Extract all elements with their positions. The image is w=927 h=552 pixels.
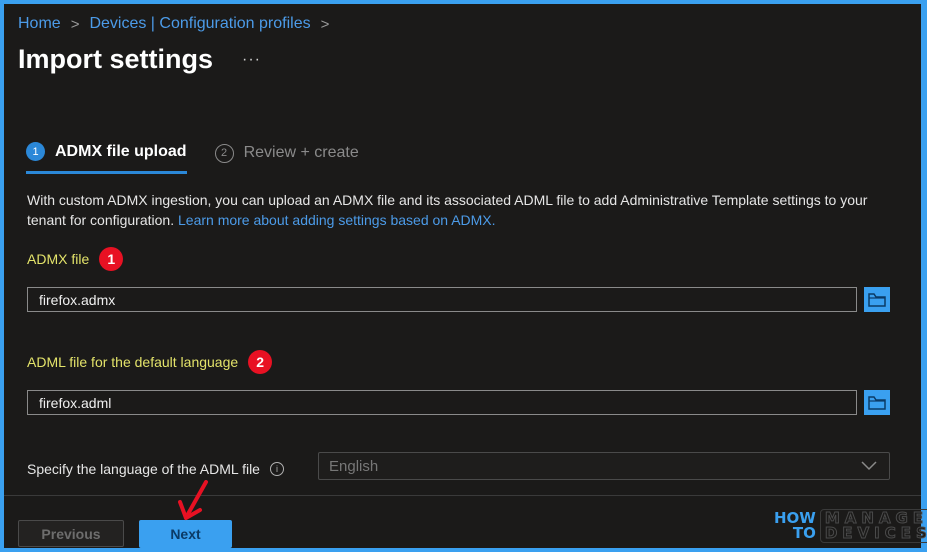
watermark-box-line2: DEVICES [824,524,927,542]
adml-browse-button[interactable] [864,390,890,415]
watermark-line2: TO [792,524,816,542]
admx-label-text: ADMX file [27,251,90,267]
breadcrumb: Home > Devices | Configuration profiles … [18,15,333,33]
tab-label: Review + create [243,144,359,161]
breadcrumb-configuration-profiles[interactable]: Devices | Configuration profiles [89,15,310,33]
tab-admx-file-upload[interactable]: 1 ADMX file upload [26,142,187,174]
step-number-badge: 1 [26,142,45,161]
adml-label-text: ADML file for the default language [27,354,239,370]
footer-divider [4,495,921,496]
import-settings-panel: Home > Devices | Configuration profiles … [4,4,927,548]
adml-file-value: firefox.adml [39,394,112,411]
admx-file-value: firefox.admx [39,291,116,308]
annotation-badge-2: 2 [248,350,273,374]
previous-button[interactable]: Previous [18,520,124,547]
info-icon[interactable]: i [269,462,284,476]
tab-review-create[interactable]: 2 Review + create [214,143,359,173]
red-arrow-annotation-icon [178,480,208,520]
step-number-badge: 2 [214,143,234,163]
admx-file-input[interactable]: firefox.admx [27,287,857,312]
chevron-right-icon: > [70,15,80,33]
more-options-icon[interactable]: ··· [242,51,261,69]
watermark-how-to: HOW TO [774,511,816,541]
language-label-text: Specify the language of the ADML file [27,461,260,477]
learn-more-link[interactable]: Learn more about adding settings based o… [178,212,496,228]
breadcrumb-home[interactable]: Home [18,15,61,33]
chevron-down-icon [861,461,877,471]
description: With custom ADMX ingestion, you can uplo… [27,190,897,230]
adml-file-label: ADML file for the default language 2 [27,350,273,374]
tab-label: ADMX file upload [55,142,187,160]
next-button[interactable]: Next [139,520,232,548]
watermark-manage-devices: MANAGE DEVICES [819,509,927,543]
annotation-badge-1: 1 [99,247,124,271]
admx-file-label: ADMX file 1 [27,247,124,271]
adml-file-input[interactable]: firefox.adml [27,390,857,415]
folder-icon [868,395,886,410]
language-label: Specify the language of the ADML file i [27,461,284,477]
wizard-steps: 1 ADMX file upload 2 Review + create [26,142,387,174]
chevron-right-icon: > [320,15,330,33]
page-title: Import settings [18,44,214,74]
watermark-logo: HOW TO MANAGE DEVICES [774,509,927,543]
admx-browse-button[interactable] [864,287,890,312]
language-selected-value: English [329,457,379,475]
folder-icon [868,292,886,307]
language-select[interactable]: English [318,452,890,480]
